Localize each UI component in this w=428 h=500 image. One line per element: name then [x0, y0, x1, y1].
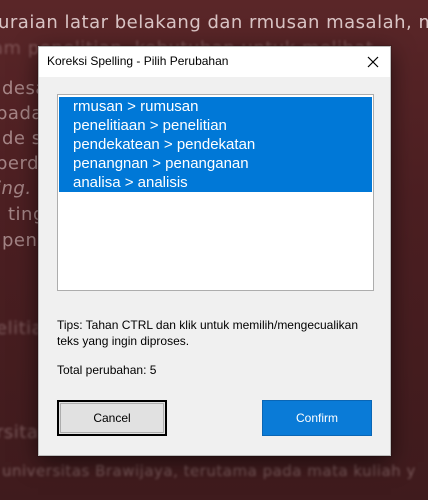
cancel-button-label: Cancel: [93, 411, 131, 425]
list-item[interactable]: rmusan > rumusan: [59, 97, 372, 116]
background-text-line: uraian latar belakang dan rmusan masalah…: [0, 12, 428, 33]
close-icon: [367, 56, 379, 68]
tips-text: Tips: Tahan CTRL dan klik untuk memilih/…: [57, 318, 359, 348]
confirm-button-label: Confirm: [295, 411, 338, 425]
cancel-button[interactable]: Cancel: [57, 400, 167, 436]
total-changes-label: Total perubahan: 5: [57, 363, 157, 377]
list-item[interactable]: penelitiaan > penelitian: [59, 116, 372, 135]
dialog-titlebar: Koreksi Spelling - Pilih Perubahan: [39, 47, 390, 77]
background-text-line: ing.: [0, 178, 32, 199]
list-item[interactable]: analisa > analisis: [59, 173, 372, 192]
corrections-listbox[interactable]: rmusan > rumusan penelitiaan > penelitia…: [57, 94, 374, 291]
confirm-button[interactable]: Confirm: [262, 400, 372, 436]
list-item[interactable]: pendekatean > pendekatan: [59, 135, 372, 154]
spelling-correction-dialog: Koreksi Spelling - Pilih Perubahan rmusa…: [38, 46, 391, 456]
background-text-line: pada: [0, 103, 43, 124]
list-item[interactable]: penangnan > penanganan: [59, 154, 372, 173]
dialog-title: Koreksi Spelling - Pilih Perubahan: [47, 54, 229, 68]
background-text-line: universitas Brawijaya, terutama pada mat…: [2, 462, 416, 480]
close-button[interactable]: [356, 47, 390, 77]
